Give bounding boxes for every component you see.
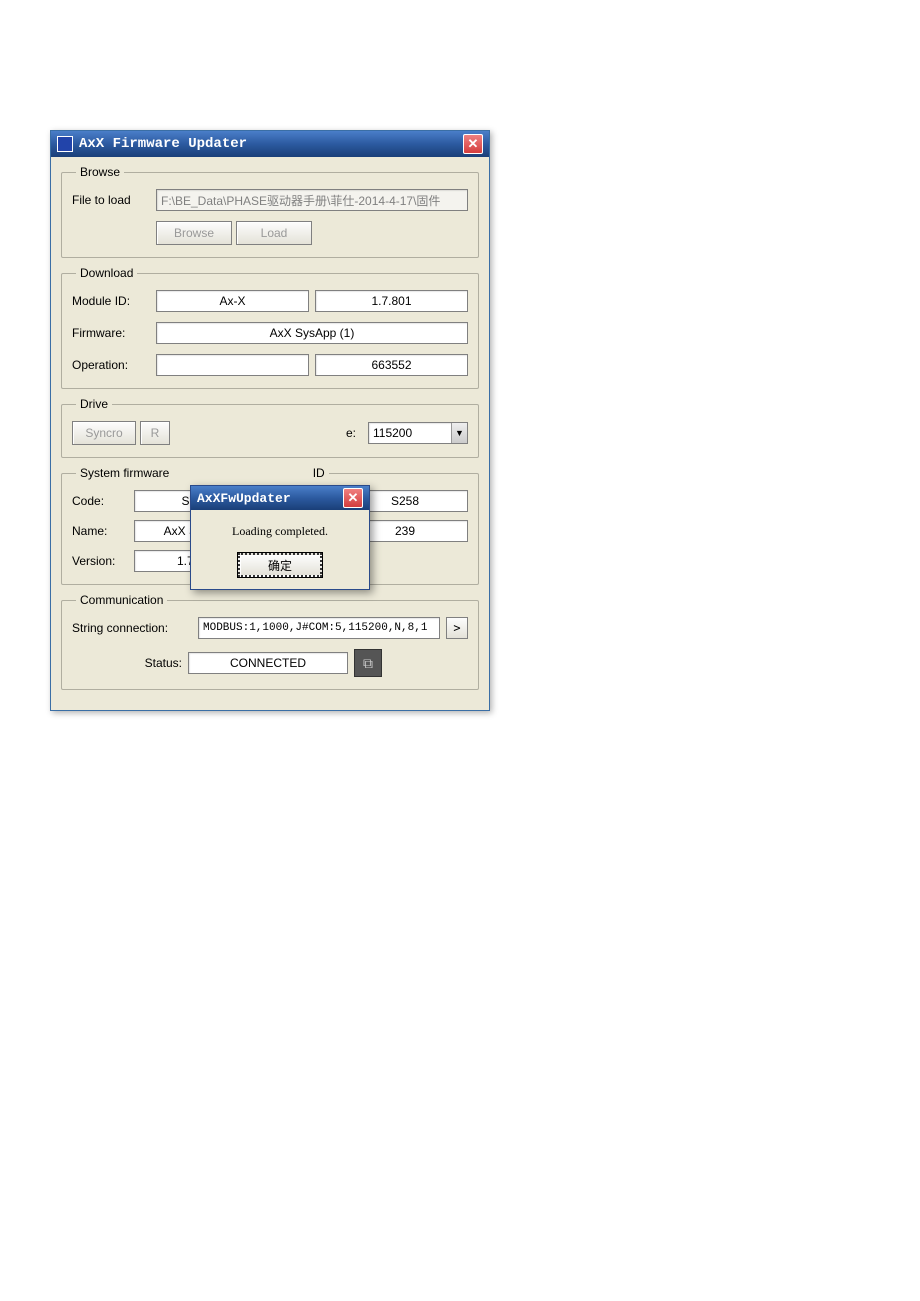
modal-message: Loading completed. bbox=[201, 524, 359, 539]
download-group: Download Module ID: Ax-X 1.7.801 Firmwar… bbox=[61, 266, 479, 389]
window-title: AxX Firmware Updater bbox=[79, 136, 247, 152]
browse-legend: Browse bbox=[76, 165, 124, 179]
build-text: 239 bbox=[395, 524, 415, 538]
chevron-down-icon[interactable]: ▼ bbox=[451, 423, 467, 443]
window-body: Browse File to load F:\BE_Data\PHASE驱动器手… bbox=[51, 157, 489, 710]
firmware-label: Firmware: bbox=[72, 326, 150, 340]
modal-titlebar[interactable]: AxXFwUpdater ✕ bbox=[191, 486, 369, 510]
syncro-button[interactable]: Syncro bbox=[72, 421, 136, 445]
connection-more-button[interactable]: > bbox=[446, 617, 468, 639]
close-icon: ✕ bbox=[348, 490, 359, 506]
close-button[interactable]: ✕ bbox=[463, 134, 483, 154]
file-to-load-input[interactable]: F:\BE_Data\PHASE驱动器手册\菲仕-2014-4-17\固件 bbox=[156, 189, 468, 211]
baud-value: 115200 bbox=[373, 426, 412, 440]
version-label: Version: bbox=[72, 554, 128, 568]
status-value: CONNECTED bbox=[188, 652, 348, 674]
browse-group: Browse File to load F:\BE_Data\PHASE驱动器手… bbox=[61, 165, 479, 258]
sysfw-id-label: ID bbox=[313, 466, 325, 480]
module-id-text: Ax-X bbox=[219, 294, 245, 308]
type-text: S258 bbox=[391, 494, 419, 508]
download-legend: Download bbox=[76, 266, 137, 280]
titlebar[interactable]: AxX Firmware Updater ✕ bbox=[51, 131, 489, 157]
sysfw-legend-text: System firmware bbox=[80, 466, 169, 480]
module-version-value: 1.7.801 bbox=[315, 290, 468, 312]
baud-label: e: bbox=[346, 426, 364, 440]
operation-value2: 663552 bbox=[315, 354, 468, 376]
firmware-value: AxX SysApp (1) bbox=[156, 322, 468, 344]
system-firmware-legend: System firmware ID bbox=[76, 466, 329, 480]
operation-text: 663552 bbox=[371, 358, 411, 372]
connection-text: MODBUS:1,1000,J#COM:5,115200,N,8,1 bbox=[203, 622, 427, 634]
string-connection-value[interactable]: MODBUS:1,1000,J#COM:5,115200,N,8,1 bbox=[198, 617, 440, 639]
app-icon bbox=[57, 136, 73, 152]
drive-group: Drive Syncro R e: 115200 ▼ bbox=[61, 397, 479, 458]
operation-value1 bbox=[156, 354, 309, 376]
close-icon: ✕ bbox=[468, 136, 479, 152]
string-connection-label: String connection: bbox=[72, 621, 192, 635]
modal-title: AxXFwUpdater bbox=[197, 491, 291, 506]
drive-legend: Drive bbox=[76, 397, 112, 411]
status-label: Status: bbox=[72, 656, 182, 670]
name-label: Name: bbox=[72, 524, 128, 538]
communication-group: Communication String connection: MODBUS:… bbox=[61, 593, 479, 690]
modal-dialog: AxXFwUpdater ✕ Loading completed. 确定 bbox=[190, 485, 370, 590]
status-text: CONNECTED bbox=[230, 656, 306, 670]
module-id-label: Module ID: bbox=[72, 294, 150, 308]
file-to-load-label: File to load bbox=[72, 193, 150, 207]
operation-label: Operation: bbox=[72, 358, 150, 372]
communication-legend: Communication bbox=[76, 593, 167, 607]
modal-close-button[interactable]: ✕ bbox=[343, 488, 363, 508]
browse-button[interactable]: Browse bbox=[156, 221, 232, 245]
file-to-load-value: F:\BE_Data\PHASE驱动器手册\菲仕-2014-4-17\固件 bbox=[161, 192, 440, 209]
connection-status-icon: ⧉ bbox=[354, 649, 382, 677]
modal-ok-button[interactable]: 确定 bbox=[238, 553, 322, 577]
r-button[interactable]: R bbox=[140, 421, 170, 445]
load-button[interactable]: Load bbox=[236, 221, 312, 245]
module-version-text: 1.7.801 bbox=[371, 294, 411, 308]
main-window: AxX Firmware Updater ✕ Browse File to lo… bbox=[50, 130, 490, 711]
code-label: Code: bbox=[72, 494, 128, 508]
firmware-text: AxX SysApp (1) bbox=[270, 326, 355, 340]
module-id-value: Ax-X bbox=[156, 290, 309, 312]
